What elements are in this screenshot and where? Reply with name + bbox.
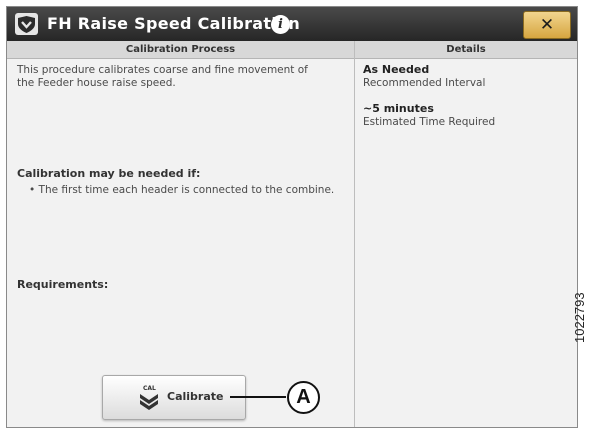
- calibration-process-header: Calibration Process: [7, 41, 354, 59]
- needed-item: • The first time each header is connecte…: [29, 184, 335, 196]
- details-header: Details: [355, 41, 577, 59]
- figure-number: 1022793: [572, 292, 587, 343]
- calibration-screen: FH Raise Speed Calibration i ✕ Calibrati…: [6, 6, 578, 428]
- calibrate-button[interactable]: CAL Calibrate: [102, 375, 246, 420]
- info-icon[interactable]: i: [271, 15, 290, 34]
- window-title: FH Raise Speed Calibration: [47, 14, 301, 33]
- close-icon: ✕: [539, 15, 555, 35]
- shield-icon: [15, 13, 38, 35]
- time-label: Estimated Time Required: [363, 116, 496, 128]
- interval-value: As Needed: [363, 63, 430, 76]
- column-divider: [354, 41, 355, 427]
- cal-icon: CAL: [137, 385, 161, 411]
- procedure-description: This procedure calibrates coarse and fin…: [17, 64, 308, 89]
- interval-label: Recommended Interval: [363, 77, 486, 89]
- callout-a: A: [287, 381, 320, 414]
- time-value: ~5 minutes: [363, 102, 434, 115]
- callout-leader-line: [230, 396, 286, 398]
- title-bar: FH Raise Speed Calibration i ✕: [7, 7, 577, 41]
- calibrate-label: Calibrate: [167, 390, 224, 403]
- close-button[interactable]: ✕: [523, 11, 571, 39]
- needed-heading: Calibration may be needed if:: [17, 167, 201, 180]
- requirements-heading: Requirements:: [17, 278, 109, 291]
